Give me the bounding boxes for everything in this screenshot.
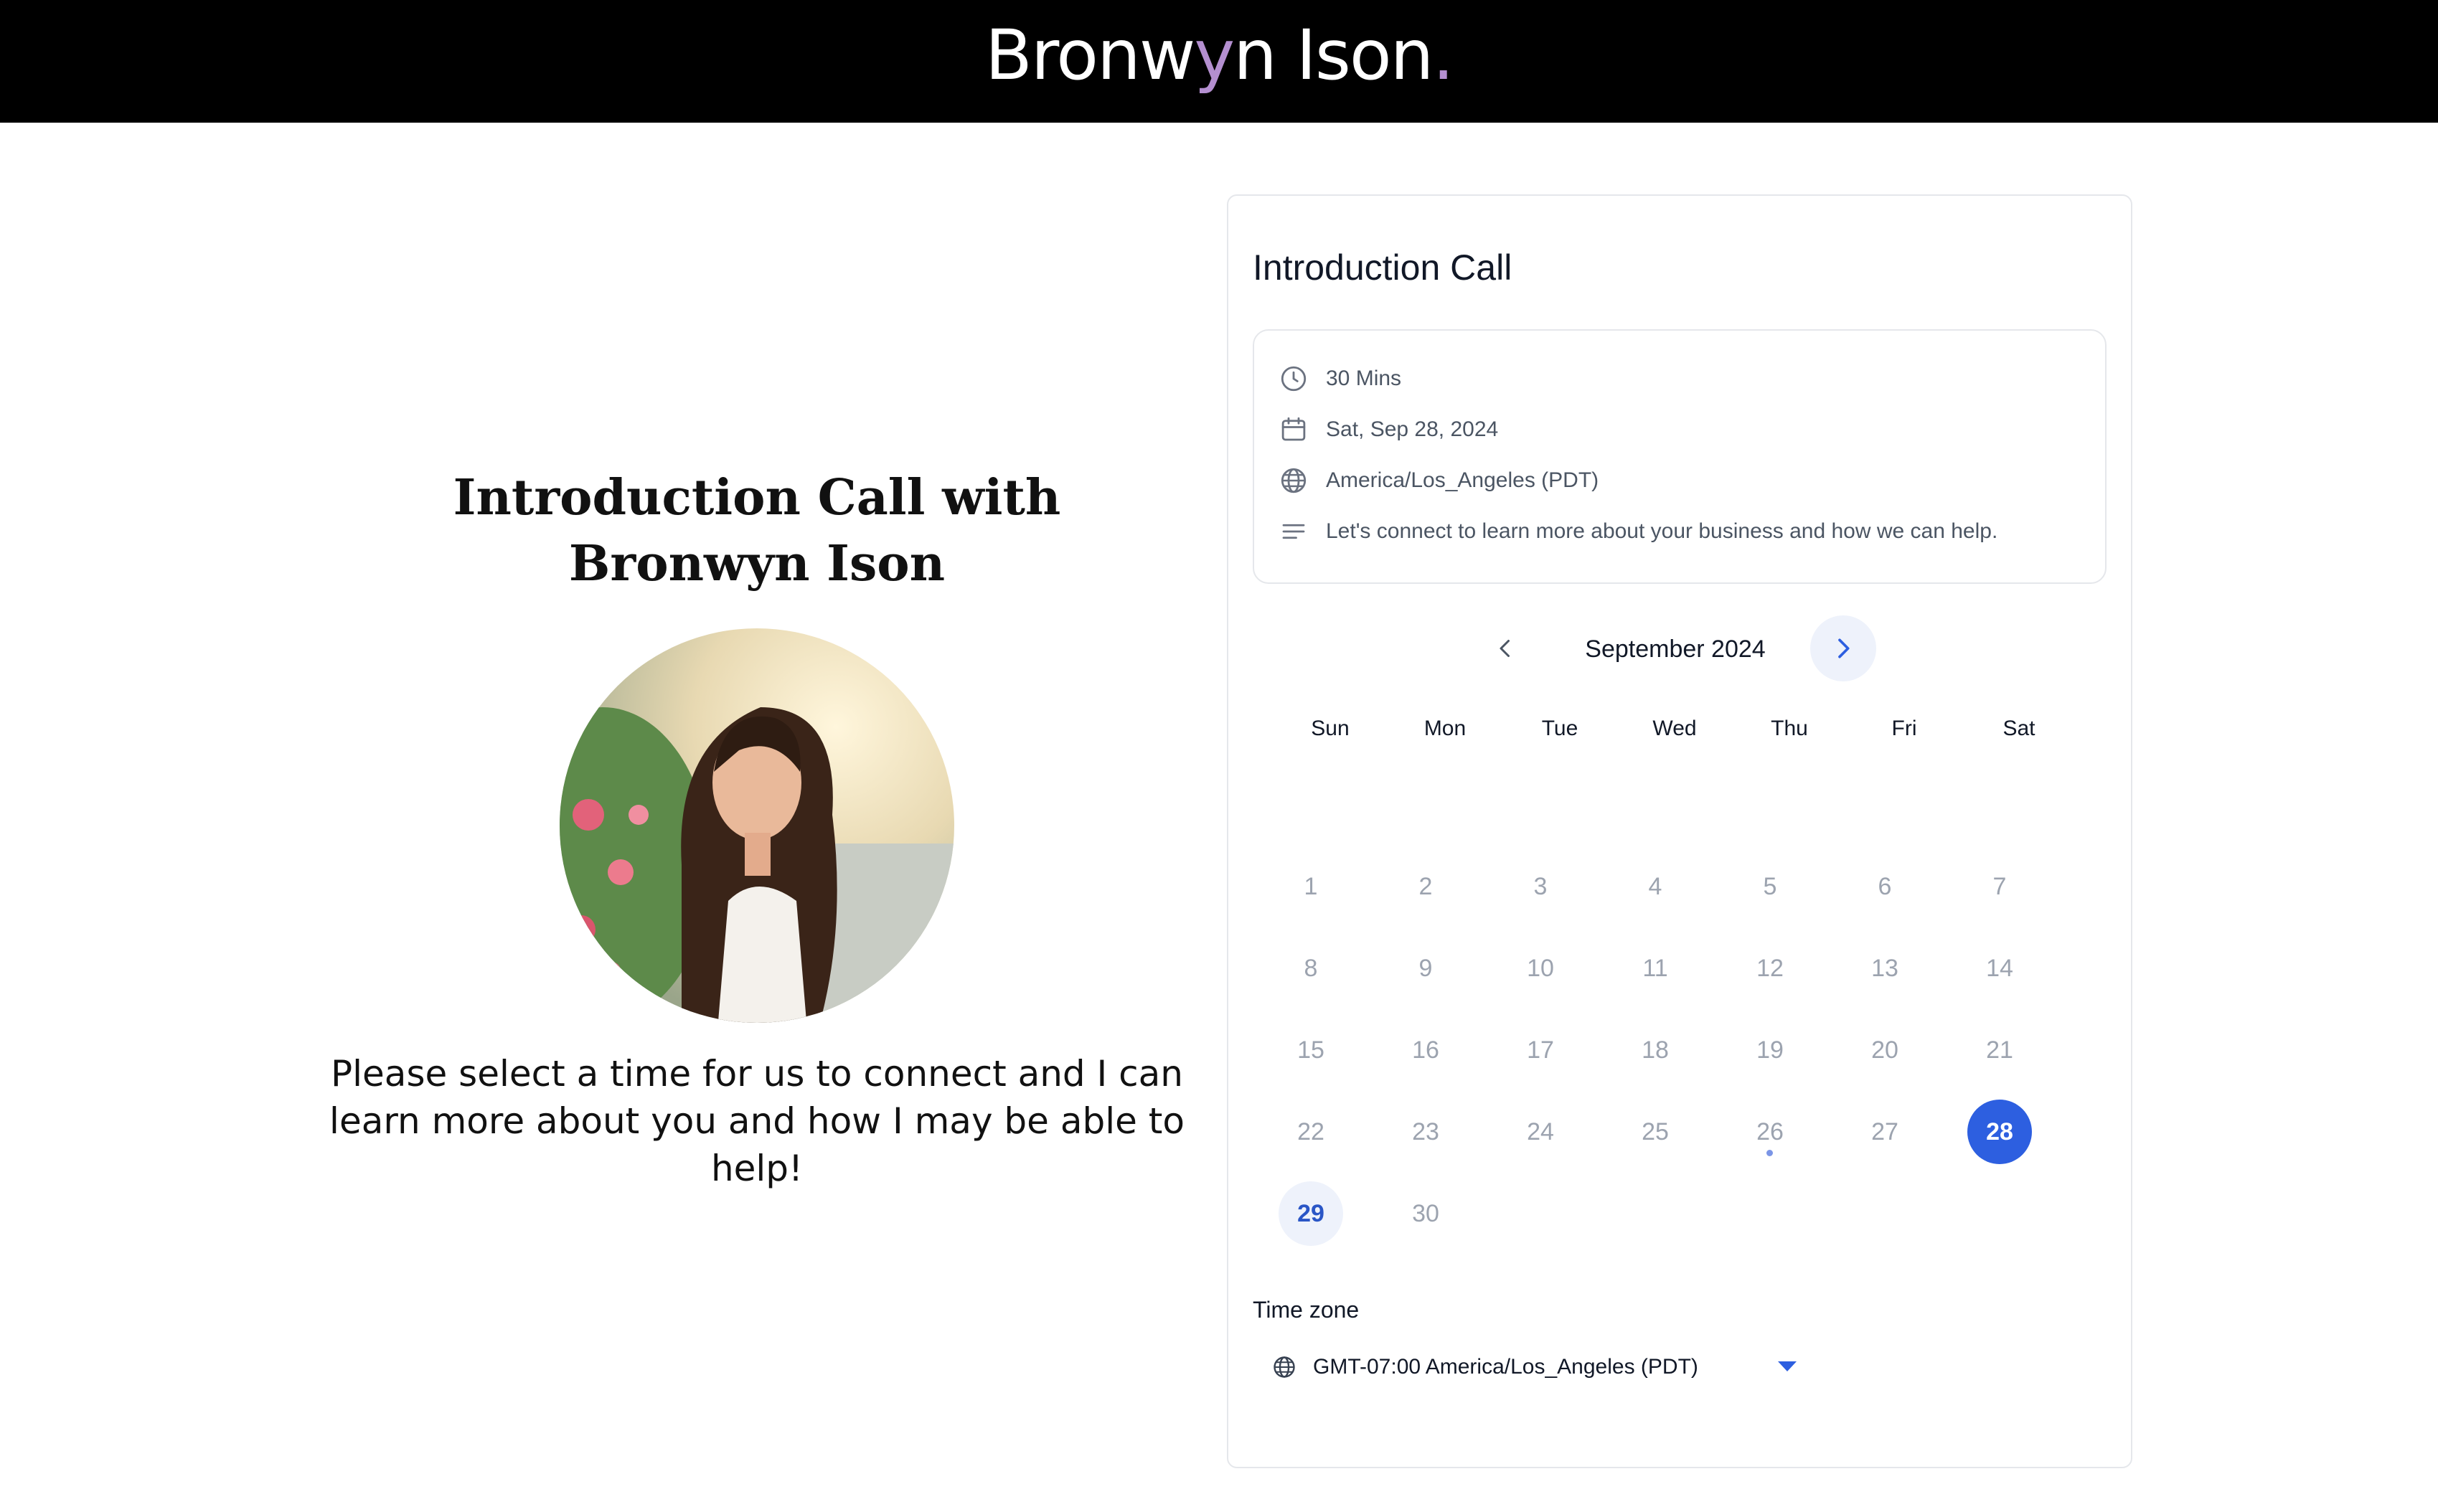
day-13: 13 (1871, 954, 1898, 982)
top-bar: Bronwyn Ison. (0, 0, 2438, 123)
date-text: Sat, Sep 28, 2024 (1326, 417, 1499, 441)
day-14: 14 (1986, 954, 2013, 982)
intro-message-line-1: Please select a time for us to connect a… (331, 1053, 1183, 1095)
host-portrait (560, 628, 954, 1023)
brand-logo[interactable]: Bronwyn Ison. (0, 9, 2438, 102)
weekday-fri: Fri (1891, 717, 1917, 740)
weekday-sun: Sun (1311, 717, 1350, 740)
weekday-sat: Sat (2002, 717, 2035, 740)
caret-down-icon[interactable] (1778, 1361, 1797, 1371)
day-15: 15 (1297, 1036, 1324, 1064)
duration-text: 30 Mins (1326, 367, 1402, 390)
day-17: 17 (1527, 1036, 1554, 1064)
clock-icon (1281, 366, 1307, 392)
description-text: Let's connect to learn more about your b… (1326, 519, 1998, 543)
timezone-label: Time zone (1253, 1297, 1360, 1323)
date-row: Sat, Sep 28, 2024 (1279, 412, 1498, 448)
month-label: September 2024 (1585, 635, 1766, 663)
intro-message: Please select a time for us to connect a… (316, 1050, 1198, 1192)
logo-dot: . (1432, 15, 1454, 95)
chevron-left-icon (1500, 640, 1510, 657)
day-9: 9 (1418, 954, 1433, 982)
weekday-wed: Wed (1652, 717, 1697, 740)
intro-title: Introduction Call with Bronwyn Ison (301, 465, 1213, 597)
day-11: 11 (1642, 954, 1668, 982)
day-10: 10 (1527, 954, 1554, 982)
day-20: 20 (1871, 1036, 1898, 1064)
day-8: 8 (1304, 954, 1318, 982)
day-29-available[interactable]: 29 (1279, 1181, 1343, 1246)
day-21: 21 (1986, 1036, 2013, 1064)
weekday-mon: Mon (1423, 717, 1467, 740)
description-lines-icon (1282, 524, 1305, 539)
intro-title-line-1: Introduction Call with (453, 469, 1061, 526)
event-title: Introduction Call (1253, 247, 1512, 288)
day-3: 3 (1533, 872, 1548, 900)
day-4: 4 (1648, 872, 1662, 900)
timezone-row: America/Los_Angeles (PDT) (1279, 463, 1599, 499)
day-24: 24 (1527, 1118, 1554, 1145)
day-6: 6 (1878, 872, 1892, 900)
today-marker-dot (1766, 1150, 1773, 1156)
description-row: Let's connect to learn more about your b… (1279, 514, 1997, 549)
day-1: 1 (1304, 872, 1318, 900)
previous-month-button[interactable] (1485, 628, 1525, 668)
intro-title-line-2: Bronwyn Ison (568, 535, 946, 592)
timezone-select[interactable]: GMT-07:00 America/Los_Angeles (PDT) (1271, 1346, 1809, 1389)
day-22: 22 (1297, 1118, 1324, 1145)
timezone-select-value: GMT-07:00 America/Los_Angeles (PDT) (1313, 1355, 1698, 1379)
day-23: 23 (1412, 1118, 1439, 1145)
globe-icon (1281, 468, 1307, 493)
day-25: 25 (1642, 1118, 1669, 1145)
logo-text-end: n Ison (1233, 15, 1434, 95)
portrait-photo (560, 628, 954, 1023)
day-12: 12 (1756, 954, 1784, 982)
day-5: 5 (1763, 872, 1777, 900)
weekday-tue: Tue (1541, 717, 1578, 740)
day-7: 7 (1992, 872, 2007, 900)
day-27: 27 (1871, 1118, 1898, 1145)
duration-row: 30 Mins (1279, 361, 1401, 397)
day-28-selected[interactable]: 28 (1967, 1100, 2032, 1164)
logo-text-start: Bronw (985, 15, 1195, 95)
intro-message-line-3: help! (710, 1148, 804, 1189)
logo-text-accent: y (1194, 15, 1235, 95)
globe-icon (1274, 1356, 1295, 1378)
day-2: 2 (1418, 872, 1433, 900)
day-30: 30 (1412, 1199, 1439, 1227)
next-month-button[interactable] (1810, 615, 1876, 681)
timezone-text: America/Los_Angeles (PDT) (1326, 468, 1599, 492)
calendar-icon (1281, 417, 1306, 441)
day-19: 19 (1756, 1036, 1784, 1064)
day-18: 18 (1642, 1036, 1669, 1064)
intro-message-line-2: learn more about you and how I may be ab… (329, 1100, 1185, 1142)
chevron-right-icon (1838, 638, 1850, 658)
day-16: 16 (1412, 1036, 1439, 1064)
weekday-thu: Thu (1771, 717, 1808, 740)
